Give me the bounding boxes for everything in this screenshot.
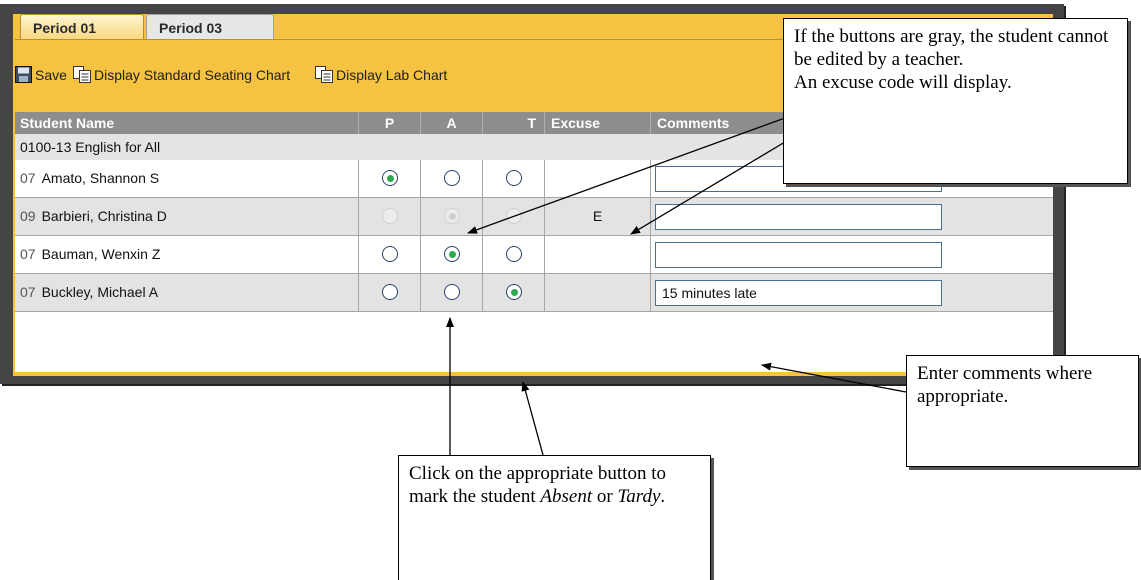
grade-level: 07 <box>20 246 36 262</box>
column-header-tardy: T <box>483 112 545 134</box>
comment-input[interactable] <box>655 204 942 230</box>
callout-enter-comments-text: Enter comments where appropriate. <box>917 363 1093 407</box>
tab-period-01[interactable]: Period 01 <box>20 14 144 40</box>
column-header-absent: A <box>421 112 483 134</box>
course-label: 0100-13 English for All <box>20 139 161 155</box>
comment-input[interactable] <box>655 242 942 268</box>
callout-click-button: Click on the appropriate button to mark … <box>398 455 711 580</box>
absent-radio[interactable] <box>444 246 460 262</box>
column-header-present: P <box>359 112 421 134</box>
present-radio[interactable] <box>382 246 398 262</box>
column-header-student-name[interactable]: Student Name <box>15 112 359 134</box>
tardy-radio[interactable] <box>506 284 522 300</box>
callout-gray-buttons: If the buttons are gray, the student can… <box>783 18 1128 184</box>
excuse-cell: E <box>545 198 651 235</box>
display-lab-chart-label: Display Lab Chart <box>336 67 448 83</box>
callout-enter-comments: Enter comments where appropriate. <box>906 355 1139 467</box>
excuse-cell <box>545 274 651 311</box>
display-lab-chart-button[interactable]: Display Lab Chart <box>315 66 447 84</box>
student-name: Bauman, Wenxin Z <box>41 246 161 262</box>
tab-period-03[interactable]: Period 03 <box>146 14 274 40</box>
table-row: 09 Barbieri, Christina D E <box>15 198 1053 236</box>
save-label: Save <box>35 67 67 83</box>
absent-radio <box>444 208 460 224</box>
display-standard-seating-chart-button[interactable]: Display Standard Seating Chart <box>73 66 290 84</box>
student-name: Buckley, Michael A <box>41 284 159 300</box>
table-row: 07 Bauman, Wenxin Z <box>15 236 1053 274</box>
floppy-disk-icon <box>15 66 32 83</box>
excuse-cell <box>545 160 651 197</box>
callout-suffix: . <box>660 486 666 507</box>
student-name-cell: 07 Buckley, Michael A <box>15 274 359 311</box>
save-button[interactable]: Save <box>15 66 67 84</box>
callout-excuse-code-text: An excuse code will display. <box>794 72 1012 93</box>
callout-or-text: or <box>592 486 618 507</box>
grade-level: 07 <box>20 170 36 186</box>
present-radio[interactable] <box>382 284 398 300</box>
column-header-excuse: Excuse <box>545 112 651 134</box>
present-radio[interactable] <box>382 170 398 186</box>
callout-tardy-text: Tardy <box>617 486 661 507</box>
student-name: Amato, Shannon S <box>41 170 160 186</box>
copy-document-icon <box>73 66 91 83</box>
present-radio <box>382 208 398 224</box>
excuse-cell <box>545 236 651 273</box>
grade-level: 07 <box>20 284 36 300</box>
copy-document-icon <box>315 66 333 83</box>
grade-level: 09 <box>20 208 36 224</box>
tardy-radio[interactable] <box>506 170 522 186</box>
display-standard-seating-chart-label: Display Standard Seating Chart <box>94 67 291 83</box>
callout-absent-text: Absent <box>540 486 593 507</box>
student-name-cell: 09 Barbieri, Christina D <box>15 198 359 235</box>
student-name: Barbieri, Christina D <box>41 208 167 224</box>
tardy-radio <box>506 208 522 224</box>
tardy-radio[interactable] <box>506 246 522 262</box>
absent-radio[interactable] <box>444 170 460 186</box>
absent-radio[interactable] <box>444 284 460 300</box>
table-row: 07 Buckley, Michael A 15 minutes late <box>15 274 1053 312</box>
student-name-cell: 07 Amato, Shannon S <box>15 160 359 197</box>
comment-input[interactable]: 15 minutes late <box>655 280 942 306</box>
student-name-cell: 07 Bauman, Wenxin Z <box>15 236 359 273</box>
callout-gray-buttons-text: If the buttons are gray, the student can… <box>794 26 1109 70</box>
